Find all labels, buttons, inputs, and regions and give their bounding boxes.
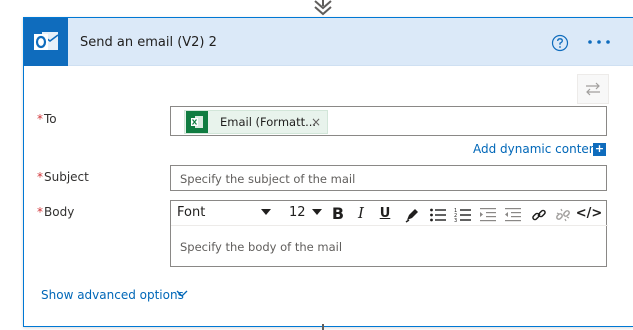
to-field[interactable]: Email (Formatt... × xyxy=(170,106,607,136)
flow-connector-line xyxy=(322,324,324,330)
help-circle-icon[interactable] xyxy=(551,34,569,52)
required-marker: * xyxy=(37,170,43,184)
body-placeholder: Specify the body of the mail xyxy=(180,240,343,254)
code-view-button[interactable]: </> xyxy=(576,203,603,223)
indent-icon[interactable] xyxy=(479,205,497,225)
numbered-list-icon[interactable]: 1 2 3 xyxy=(454,205,472,225)
subject-label: *Subject xyxy=(37,170,89,184)
swap-arrows-icon[interactable] xyxy=(577,74,609,104)
required-marker: * xyxy=(37,205,43,219)
chevron-down-icon[interactable] xyxy=(261,209,271,216)
action-header[interactable]: Send an email (V2) 2 xyxy=(24,18,633,66)
action-card: Send an email (V2) 2 *To Email (Formatt.… xyxy=(23,17,633,327)
underline-button[interactable]: U xyxy=(377,203,393,223)
body-editor[interactable]: Font 12 B I U 1 2 3 </> Specify the body… xyxy=(170,200,608,267)
outlook-icon xyxy=(24,18,68,66)
flow-connector-arrow-icon xyxy=(314,0,332,16)
body-label-text: Body xyxy=(44,205,75,219)
subject-placeholder: Specify the subject of the mail xyxy=(180,172,356,186)
to-label-text: To xyxy=(44,112,57,126)
add-dynamic-content-plus-icon[interactable]: + xyxy=(593,143,606,156)
subject-input[interactable]: Specify the subject of the mail xyxy=(170,165,607,191)
outdent-icon[interactable] xyxy=(504,205,522,225)
italic-button[interactable]: I xyxy=(353,203,369,223)
to-label: *To xyxy=(37,112,57,126)
rich-text-toolbar: Font 12 B I U 1 2 3 </> xyxy=(171,201,608,226)
add-dynamic-content-link[interactable]: Add dynamic content xyxy=(473,142,601,156)
dynamic-content-token[interactable]: Email (Formatt... × xyxy=(184,110,328,134)
chevron-down-icon[interactable] xyxy=(312,209,322,216)
link-icon[interactable] xyxy=(531,205,547,225)
highlight-pen-icon[interactable] xyxy=(404,205,420,225)
token-label: Email (Formatt... xyxy=(220,115,317,129)
bullet-list-icon[interactable] xyxy=(429,205,447,225)
unlink-icon[interactable] xyxy=(555,205,571,225)
body-label: *Body xyxy=(37,205,74,219)
more-options-icon[interactable] xyxy=(587,39,611,45)
font-size-dropdown[interactable]: 12 xyxy=(289,205,306,220)
remove-token-icon[interactable]: × xyxy=(311,115,321,129)
subject-label-text: Subject xyxy=(44,170,89,184)
chevron-down-icon[interactable] xyxy=(176,290,188,298)
action-title: Send an email (V2) 2 xyxy=(80,35,217,50)
bold-button[interactable]: B xyxy=(329,203,347,223)
svg-text:3: 3 xyxy=(454,218,457,224)
excel-icon xyxy=(186,111,208,133)
font-dropdown[interactable]: Font xyxy=(177,205,205,220)
required-marker: * xyxy=(37,112,43,126)
show-advanced-options-link[interactable]: Show advanced options xyxy=(41,288,184,302)
